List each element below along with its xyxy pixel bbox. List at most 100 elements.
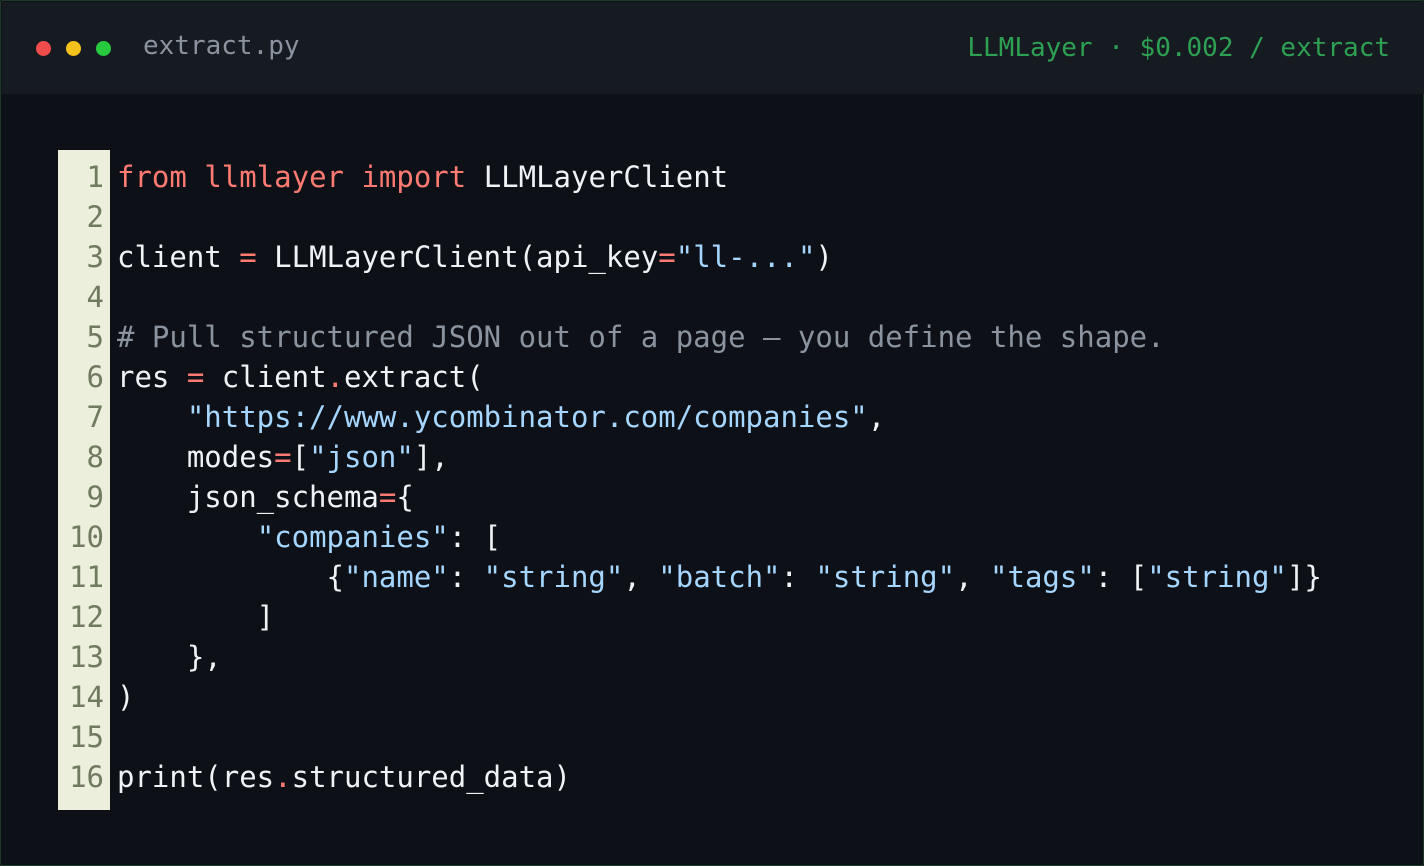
line-number: 1 bbox=[86, 160, 104, 194]
code-token: extract( bbox=[344, 360, 484, 394]
code-text: ) bbox=[117, 677, 134, 717]
code-line: 5 # Pull structured JSON out of a page — … bbox=[58, 317, 1398, 357]
code-token: , bbox=[623, 560, 659, 594]
code-lines: 1 from llmlayer import LLMLayerClient 2 3 cl… bbox=[58, 157, 1398, 797]
code-line: 3 client = LLMLayerClient(api_key="ll-...… bbox=[58, 237, 1398, 277]
pricing-label: LLMLayer · $0.002 / extract bbox=[967, 33, 1390, 63]
code-line: 1 from llmlayer import LLMLayerClient bbox=[58, 157, 1398, 197]
code-text: print(res.structured_data) bbox=[117, 757, 571, 797]
code-token: [ bbox=[291, 440, 310, 474]
code-token: ) bbox=[117, 680, 135, 714]
code-token: "ll-..." bbox=[675, 240, 816, 274]
code-token: "https://www.ycombinator.com/companies" bbox=[186, 400, 868, 434]
line-number: 15 bbox=[69, 720, 104, 754]
line-number: 4 bbox=[86, 280, 104, 314]
code-token: "string" bbox=[483, 560, 624, 594]
code-token: structured_data) bbox=[291, 760, 571, 794]
line-number: 8 bbox=[86, 440, 104, 474]
code-token: : bbox=[448, 560, 484, 594]
line-number: 7 bbox=[86, 400, 104, 434]
code-token: res bbox=[117, 360, 187, 394]
code-line: 15 bbox=[58, 717, 1398, 757]
code-token: , bbox=[867, 400, 886, 434]
code-line: 14) bbox=[58, 677, 1398, 717]
code-line: 6 res = client.extract( bbox=[58, 357, 1398, 397]
line-number: 3 bbox=[86, 240, 104, 274]
line-number: 5 bbox=[86, 320, 104, 354]
code-text: "https://www.ycombinator.com/companies", bbox=[117, 397, 885, 437]
code-token: "string" bbox=[815, 560, 956, 594]
code-token: ], bbox=[413, 440, 449, 474]
code-token: { bbox=[396, 480, 414, 514]
code-token: "companies" bbox=[256, 520, 449, 554]
code-line: 16 print(res.structured_data) bbox=[58, 757, 1398, 797]
code-token: "name" bbox=[343, 560, 449, 594]
code-line: 9 json_schema={ bbox=[58, 477, 1398, 517]
code-token: "batch" bbox=[658, 560, 781, 594]
code-line: 8 modes=["json"], bbox=[58, 437, 1398, 477]
code-line: 7 "https://www.ycombinator.com/companies… bbox=[58, 397, 1398, 437]
code-text: {"name": "string", "batch": "string", "t… bbox=[117, 557, 1322, 597]
line-number: 6 bbox=[86, 360, 104, 394]
code-token: : bbox=[780, 560, 816, 594]
code-text: }, bbox=[117, 637, 222, 677]
code-token: { bbox=[117, 560, 344, 594]
code-token: . bbox=[326, 360, 344, 394]
code-token: json_schema bbox=[117, 480, 379, 514]
code-token: LLMLayerClient(api_key bbox=[256, 240, 659, 274]
code-token: import bbox=[361, 160, 467, 194]
code-text: json_schema={ bbox=[117, 477, 414, 517]
code-window: extract.py LLMLayer · $0.002 / extract 1… bbox=[0, 0, 1424, 866]
line-number: 13 bbox=[69, 640, 104, 674]
maximize-dot-icon[interactable] bbox=[96, 41, 111, 56]
title-bar: extract.py LLMLayer · $0.002 / extract bbox=[2, 2, 1424, 94]
code-text: "companies": [ bbox=[117, 517, 501, 557]
code-line: 13 }, bbox=[58, 637, 1398, 677]
code-token: : [ bbox=[448, 520, 502, 554]
code-text: from llmlayer import LLMLayerClient bbox=[117, 157, 728, 197]
line-number: 2 bbox=[86, 200, 104, 234]
close-dot-icon[interactable] bbox=[36, 41, 51, 56]
code-token: "string" bbox=[1147, 560, 1287, 594]
code-token: : [ bbox=[1094, 560, 1148, 594]
code-text: res = client.extract( bbox=[117, 357, 484, 397]
code-token: = bbox=[658, 240, 676, 274]
code-token: }, bbox=[117, 640, 222, 674]
code-line: 2 bbox=[58, 197, 1398, 237]
code-token: from bbox=[117, 160, 187, 194]
file-name: extract.py bbox=[143, 31, 300, 61]
code-token: ) bbox=[815, 240, 833, 274]
line-number: 9 bbox=[86, 480, 104, 514]
line-number: 16 bbox=[69, 760, 104, 794]
code-token: = bbox=[186, 360, 205, 394]
code-token: = bbox=[239, 240, 257, 274]
code-line: 4 bbox=[58, 277, 1398, 317]
code-token: = bbox=[274, 440, 292, 474]
code-line: 12 ] bbox=[58, 597, 1398, 637]
line-number: 14 bbox=[69, 680, 104, 714]
code-token: . bbox=[274, 760, 292, 794]
code-token: client bbox=[117, 240, 240, 274]
code-token: print(res bbox=[117, 760, 275, 794]
code-token: # Pull structured JSON out of a page — y… bbox=[117, 320, 1165, 354]
code-token: ]} bbox=[1286, 560, 1322, 594]
line-number: 11 bbox=[69, 560, 104, 594]
code-token: client bbox=[204, 360, 327, 394]
code-text: ] bbox=[117, 597, 274, 637]
minimize-dot-icon[interactable] bbox=[66, 41, 81, 56]
code-token: "json" bbox=[309, 440, 414, 474]
code-token: , bbox=[955, 560, 991, 594]
code-text: # Pull structured JSON out of a page — y… bbox=[117, 317, 1165, 357]
code-token: modes bbox=[117, 440, 275, 474]
line-number: 10 bbox=[69, 520, 104, 554]
code-editor: 1 from llmlayer import LLMLayerClient 2 3 cl… bbox=[58, 150, 1398, 810]
code-token: "tags" bbox=[990, 560, 1095, 594]
code-token: LLMLayerClient bbox=[466, 160, 729, 194]
code-token: llmlayer bbox=[204, 160, 344, 194]
code-line: 11 {"name": "string", "batch": "string",… bbox=[58, 557, 1398, 597]
code-text: modes=["json"], bbox=[117, 437, 449, 477]
